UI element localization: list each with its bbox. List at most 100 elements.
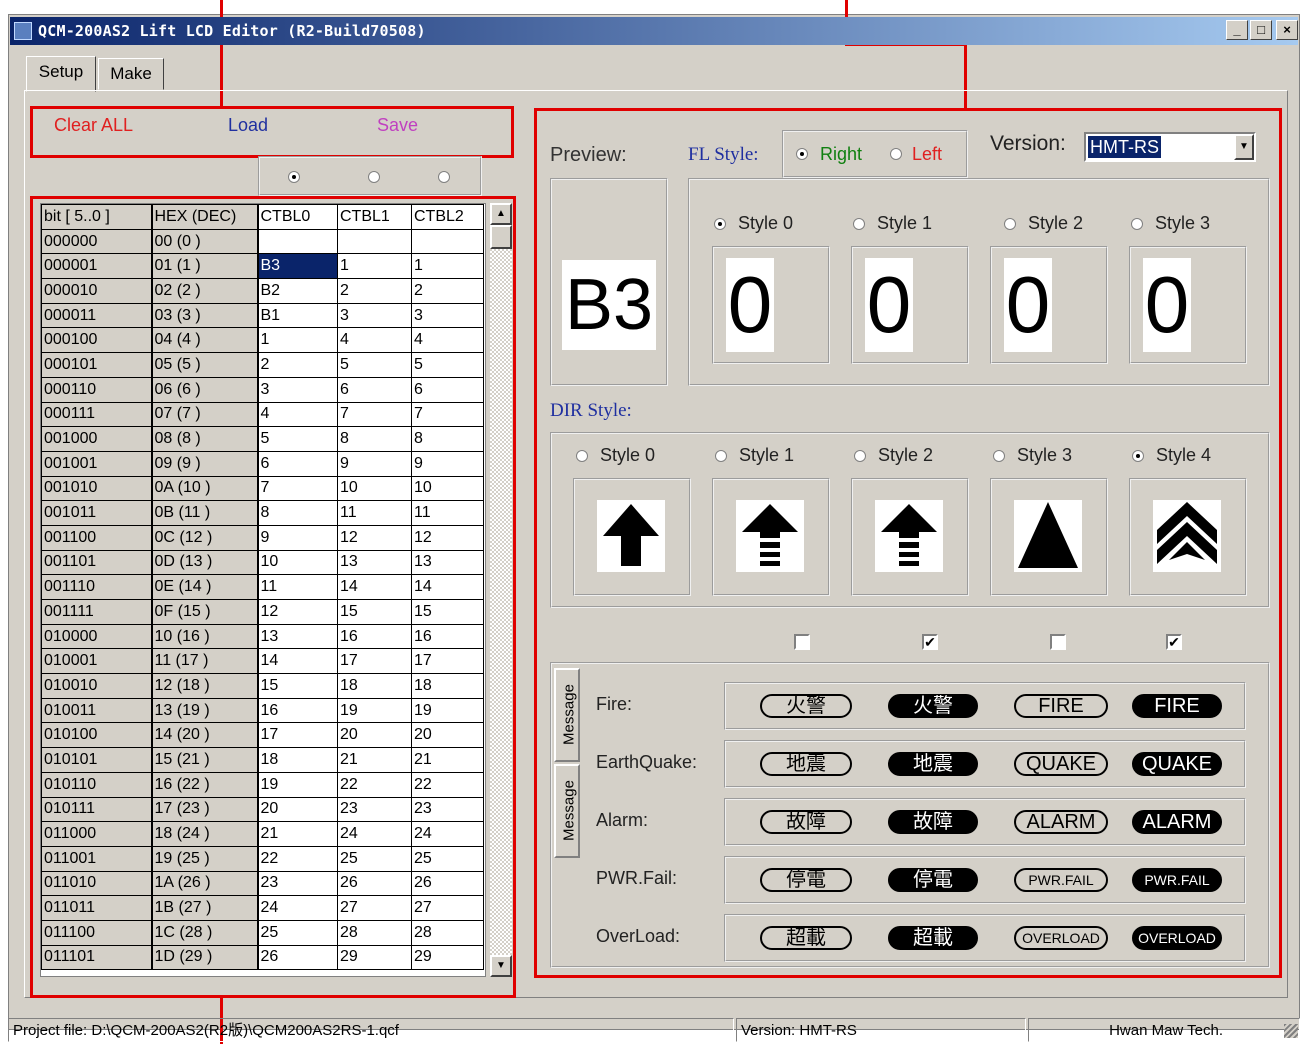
close-button[interactable]: × bbox=[1276, 20, 1298, 40]
save-button[interactable]: Save bbox=[377, 115, 418, 136]
table-cell[interactable]: 16 bbox=[337, 623, 412, 650]
table-cell[interactable]: 10 bbox=[257, 549, 338, 576]
table-cell[interactable]: 22 bbox=[257, 845, 338, 872]
message-option[interactable]: QUAKE bbox=[1132, 752, 1222, 776]
message-option[interactable]: ALARM bbox=[1132, 810, 1222, 834]
table-cell[interactable]: 28 bbox=[337, 919, 412, 946]
table-cell[interactable]: 19 bbox=[411, 697, 484, 724]
table-cell[interactable]: 2 bbox=[337, 278, 412, 304]
table-cell[interactable]: 17 bbox=[337, 648, 412, 675]
table-cell[interactable]: 22 bbox=[411, 771, 484, 798]
message-option[interactable]: 超載 bbox=[888, 926, 978, 950]
table-cell[interactable]: 11 bbox=[257, 574, 338, 600]
table-cell[interactable]: 20 bbox=[257, 796, 338, 823]
ctbl1-radio[interactable] bbox=[368, 171, 380, 183]
message-option[interactable]: 地震 bbox=[888, 752, 978, 776]
table-cell[interactable]: 10 bbox=[411, 475, 484, 502]
table-cell[interactable]: 25 bbox=[257, 919, 338, 946]
table-cell[interactable]: 3 bbox=[337, 302, 412, 329]
table-cell[interactable]: 21 bbox=[337, 747, 412, 773]
table-cell[interactable]: 14 bbox=[257, 648, 338, 675]
table-cell[interactable]: 23 bbox=[257, 870, 338, 897]
message-style-2-checkbox[interactable] bbox=[1050, 634, 1066, 650]
table-cell[interactable]: 12 bbox=[337, 524, 412, 551]
ctbl2-radio[interactable] bbox=[438, 171, 450, 183]
table-cell[interactable]: 6 bbox=[337, 376, 412, 403]
column-header[interactable]: HEX (DEC) bbox=[151, 204, 259, 230]
table-cell[interactable]: 8 bbox=[337, 426, 412, 452]
table-cell[interactable]: 10 bbox=[337, 475, 412, 502]
clear-all-button[interactable]: Clear ALL bbox=[54, 115, 133, 136]
fl-style-0-radio[interactable] bbox=[714, 218, 726, 230]
table-cell[interactable]: B2 bbox=[257, 278, 338, 304]
table-cell[interactable]: 8 bbox=[257, 500, 338, 526]
table-cell[interactable]: 16 bbox=[257, 697, 338, 724]
table-cell[interactable]: 7 bbox=[337, 401, 412, 428]
table-cell[interactable]: 29 bbox=[337, 944, 412, 971]
table-cell[interactable]: 28 bbox=[411, 919, 484, 946]
tab-make[interactable]: Make bbox=[98, 58, 164, 90]
message-tab-1[interactable]: Message bbox=[554, 668, 580, 762]
table-cell[interactable] bbox=[257, 228, 338, 255]
column-header[interactable]: CTBL1 bbox=[337, 204, 412, 230]
table-cell[interactable]: 5 bbox=[257, 426, 338, 452]
message-option[interactable]: QUAKE bbox=[1014, 752, 1108, 776]
table-cell[interactable]: 23 bbox=[337, 796, 412, 823]
table-cell[interactable]: 6 bbox=[411, 376, 484, 403]
table-cell[interactable]: 23 bbox=[411, 796, 484, 823]
table-cell[interactable]: 1 bbox=[257, 327, 338, 354]
table-cell[interactable]: 21 bbox=[411, 747, 484, 773]
message-option[interactable]: 故障 bbox=[888, 810, 978, 834]
table-cell[interactable]: 4 bbox=[337, 327, 412, 354]
message-style-1-checkbox[interactable]: ✔ bbox=[922, 634, 938, 650]
table-cell[interactable]: 20 bbox=[337, 722, 412, 749]
table-cell[interactable]: 7 bbox=[411, 401, 484, 428]
table-cell[interactable]: 12 bbox=[411, 524, 484, 551]
table-cell[interactable]: 20 bbox=[411, 722, 484, 749]
table-cell[interactable]: 15 bbox=[411, 599, 484, 625]
table-cell[interactable]: 8 bbox=[411, 426, 484, 452]
message-option[interactable]: FIRE bbox=[1014, 694, 1108, 718]
maximize-button[interactable]: □ bbox=[1250, 20, 1272, 40]
table-cell[interactable]: 26 bbox=[337, 870, 412, 897]
table-cell[interactable]: 24 bbox=[411, 821, 484, 847]
table-cell[interactable]: B3 bbox=[257, 253, 338, 280]
table-cell[interactable]: 2 bbox=[257, 352, 338, 378]
scroll-thumb[interactable] bbox=[490, 225, 512, 249]
table-cell[interactable]: 1 bbox=[411, 253, 484, 280]
table-cell[interactable]: 5 bbox=[337, 352, 412, 378]
table-cell[interactable]: 11 bbox=[411, 500, 484, 526]
dir-style-4-radio[interactable] bbox=[1132, 450, 1144, 462]
table-cell[interactable]: 27 bbox=[337, 895, 412, 921]
table-cell[interactable]: 24 bbox=[337, 821, 412, 847]
table-cell[interactable] bbox=[337, 228, 412, 255]
message-option[interactable]: OVERLOAD bbox=[1014, 926, 1108, 950]
table-cell[interactable]: 18 bbox=[411, 673, 484, 699]
dir-style-3-radio[interactable] bbox=[993, 450, 1005, 462]
table-cell[interactable]: 13 bbox=[337, 549, 412, 576]
message-option[interactable]: 火警 bbox=[760, 694, 852, 718]
message-option[interactable]: 超載 bbox=[760, 926, 852, 950]
table-cell[interactable]: 14 bbox=[337, 574, 412, 600]
table-cell[interactable]: 21 bbox=[257, 821, 338, 847]
dir-style-2-radio[interactable] bbox=[854, 450, 866, 462]
message-option[interactable]: ALARM bbox=[1014, 810, 1108, 834]
table-cell[interactable]: 22 bbox=[337, 771, 412, 798]
table-scrollbar[interactable]: ▲ ▼ bbox=[490, 203, 512, 977]
table-cell[interactable]: 9 bbox=[411, 450, 484, 477]
scroll-down-icon[interactable]: ▼ bbox=[490, 955, 512, 977]
table-cell[interactable]: 26 bbox=[257, 944, 338, 971]
message-option[interactable]: FIRE bbox=[1132, 694, 1222, 718]
fl-style-3-radio[interactable] bbox=[1131, 218, 1143, 230]
dir-style-0-radio[interactable] bbox=[576, 450, 588, 462]
message-option[interactable]: 火警 bbox=[888, 694, 978, 718]
message-option[interactable]: PWR.FAIL bbox=[1132, 868, 1222, 892]
table-cell[interactable]: 14 bbox=[411, 574, 484, 600]
table-cell[interactable]: 17 bbox=[257, 722, 338, 749]
table-cell[interactable]: 24 bbox=[257, 895, 338, 921]
table-cell[interactable]: 4 bbox=[257, 401, 338, 428]
message-option[interactable]: 地震 bbox=[760, 752, 852, 776]
table-cell[interactable]: 16 bbox=[411, 623, 484, 650]
message-option[interactable]: 停電 bbox=[760, 868, 852, 892]
column-header[interactable]: CTBL0 bbox=[257, 204, 338, 230]
